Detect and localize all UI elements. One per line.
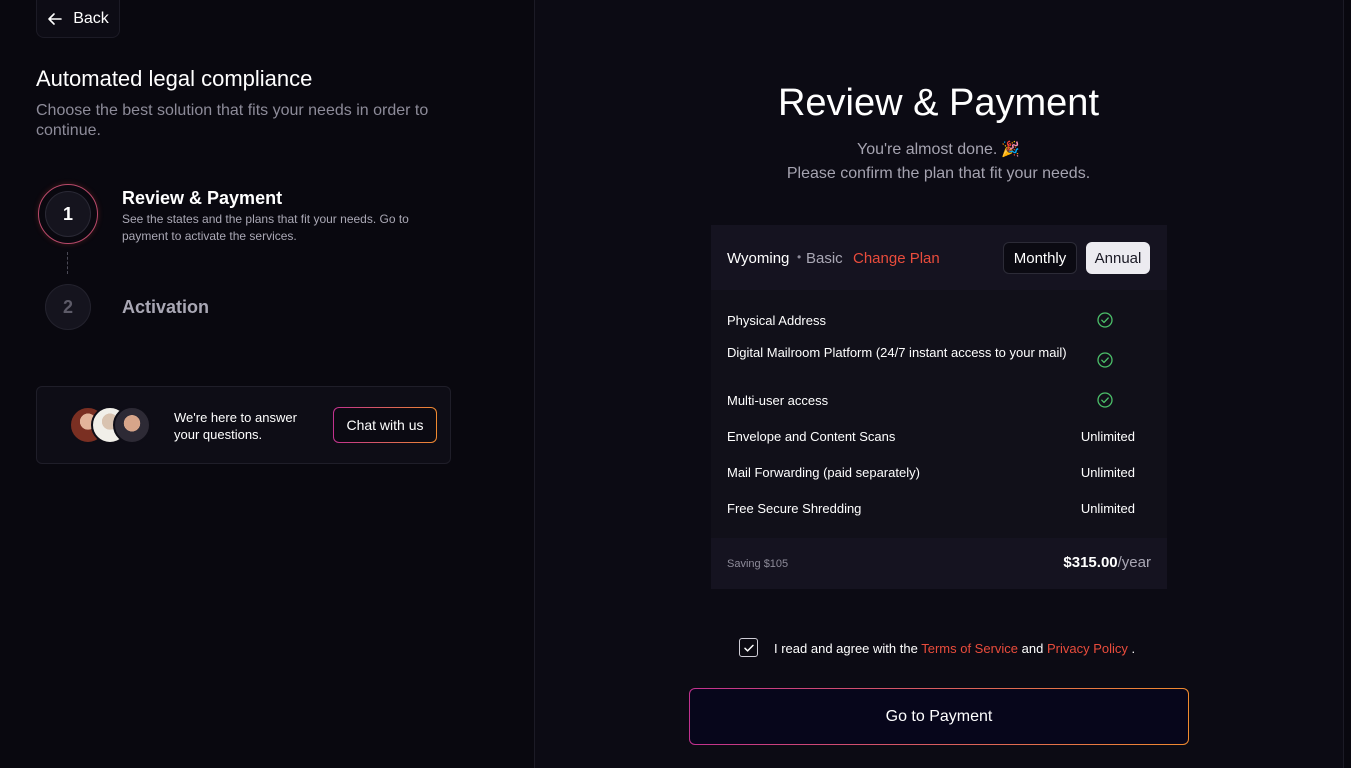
change-plan-link[interactable]: Change Plan: [853, 250, 940, 267]
price: $315.00/year: [1063, 554, 1151, 571]
feature-name: Physical Address: [727, 313, 826, 328]
step-1-number: 1: [45, 191, 91, 237]
chat-card: We're here to answer your questions. Cha…: [36, 386, 451, 464]
main-subtitle-line-2: Please confirm the plan that fit your ne…: [786, 165, 1091, 182]
agreement-text: I read and agree with the Terms of Servi…: [774, 641, 1135, 656]
saving-label: Saving $105: [727, 558, 789, 570]
agreement-suffix: .: [1131, 641, 1136, 656]
team-avatars: [69, 406, 153, 444]
party-popper-icon: 🎉: [1001, 141, 1021, 158]
feature-name: Free Secure Shredding: [727, 501, 862, 516]
main-title: Review & Payment: [777, 82, 1099, 124]
agreement-and: and: [1021, 641, 1044, 656]
tab-monthly[interactable]: Monthly: [1003, 242, 1077, 274]
feature-name: Envelope and Content Scans: [727, 429, 896, 444]
feature-value: Unlimited: [1080, 429, 1135, 444]
main-subtitle-line-1: You're almost done. 🎉: [534, 140, 1343, 159]
agree-checkbox[interactable]: [739, 638, 758, 657]
feature-value: Unlimited: [1080, 501, 1135, 516]
chat-with-us-button[interactable]: Chat with us: [333, 407, 437, 443]
step-1-title: Review & Payment: [122, 188, 283, 208]
check-circle-icon: [1097, 392, 1113, 408]
plan-card-footer: Saving $105 $315.00/year: [711, 538, 1167, 589]
back-button[interactable]: Back: [36, 0, 120, 38]
price-amount: $315.00: [1063, 554, 1118, 571]
privacy-policy-link[interactable]: Privacy Policy: [1047, 641, 1128, 656]
separator-dot: •: [797, 250, 802, 264]
left-panel: Back Automated legal compliance Choose t…: [0, 0, 534, 768]
plan-card-header: Wyoming • Basic Change Plan Monthly Annu…: [711, 225, 1167, 290]
checkmark-icon: [743, 644, 754, 652]
feature-name: Multi-user access: [727, 393, 829, 408]
chat-text: We're here to answer your questions.: [174, 410, 297, 442]
feature-name: Digital Mailroom Platform (24/7 instant …: [727, 345, 1067, 360]
avatar: [113, 406, 151, 444]
terms-of-service-link[interactable]: Terms of Service: [921, 641, 1018, 656]
check-circle-icon: [1097, 312, 1113, 328]
feature-name: Mail Forwarding (paid separately): [727, 465, 920, 480]
agreement-prefix: I read and agree with the: [774, 641, 918, 656]
go-to-payment-button[interactable]: Go to Payment: [689, 688, 1189, 745]
plan-name: Basic: [806, 250, 843, 267]
price-period: /year: [1117, 554, 1151, 571]
feature-value: Unlimited: [1080, 465, 1135, 480]
page-subtitle: Choose the best solution that fits your …: [36, 102, 429, 139]
arrow-left-icon: [48, 12, 63, 25]
subtitle-text: You're almost done.: [856, 141, 998, 158]
page-title: Automated legal compliance: [36, 66, 313, 91]
step-2-title: Activation: [122, 297, 210, 317]
step-connector: [67, 252, 68, 274]
step-2-number: 2: [45, 284, 91, 330]
tab-annual[interactable]: Annual: [1086, 242, 1150, 274]
step-1-description: See the states and the plans that fit yo…: [122, 212, 409, 243]
check-circle-icon: [1097, 352, 1113, 368]
right-edge: [1343, 0, 1351, 768]
state-name: Wyoming: [727, 250, 790, 267]
plan-card: Wyoming • Basic Change Plan Monthly Annu…: [711, 225, 1167, 589]
back-label: Back: [73, 9, 109, 27]
